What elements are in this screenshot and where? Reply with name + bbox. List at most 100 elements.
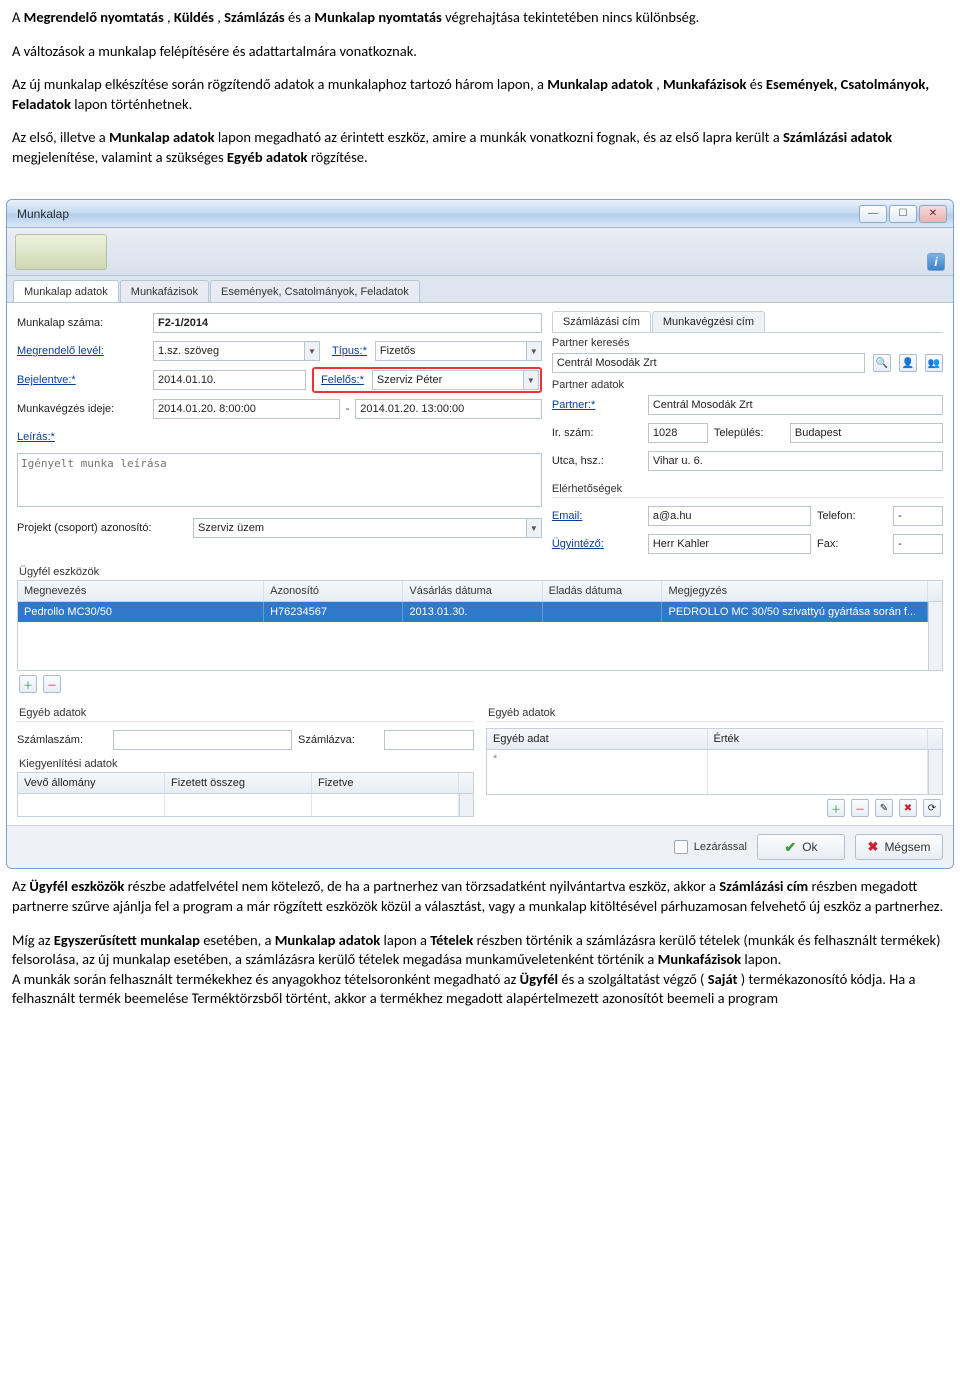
szamlaszam-label: Számlaszám: [17,734,107,746]
partner-group-icon[interactable]: 👥 [925,354,943,372]
egyeb-right-title: Egyéb adatok [488,707,943,719]
projekt-input[interactable] [193,518,526,538]
doc-p1-b1: Megrendelő nyomtatás [24,8,164,26]
document-text-top: A Megrendelő nyomtatás , Küldés , Számlá… [0,0,960,199]
utca-input[interactable] [648,451,943,471]
window-controls: — ☐ ✕ [859,205,947,223]
sub-tab-munkavegzesi[interactable]: Munkavégzési cím [652,311,765,332]
table-blank [18,622,928,670]
info-icon[interactable]: i [927,253,945,271]
td-eladas [543,602,663,622]
szamlazva-input[interactable] [384,730,474,750]
tab-esemenyek[interactable]: Események, Csatolmányok, Feladatok [210,280,420,302]
td-azonosito: H76234567 [264,602,403,622]
partner-kereses-title: Partner keresés [552,337,943,349]
email-input[interactable] [648,506,811,526]
check-icon: ✔ [784,839,796,856]
ok-button[interactable]: ✔ Ok [757,834,845,860]
edit-icon[interactable]: ✎ [875,799,893,817]
felelos-input[interactable] [372,370,523,390]
th-fizetve[interactable]: Fizetve [312,773,459,793]
table-row[interactable] [18,794,459,816]
th-azonosito[interactable]: Azonosító [264,581,403,601]
add-icon[interactable]: ＋ [827,799,845,817]
table-row[interactable] [487,772,928,794]
th-eladas[interactable]: Eladás dátuma [543,581,663,601]
vertical-scrollbar[interactable] [928,750,942,794]
th-egyeb-adat[interactable]: Egyéb adat [487,729,708,749]
munkavegzes-label: Munkavégzés ideje: [17,403,147,415]
chevron-down-icon[interactable]: ▼ [526,518,542,538]
sub-tab-szamlazasi[interactable]: Számlázási cím [552,311,651,332]
minimize-button[interactable]: — [859,205,887,223]
search-icon[interactable]: 🔍 [873,354,891,372]
lezarassal-label: Lezárással [694,841,747,853]
tab-munkalap-adatok[interactable]: Munkalap adatok [13,280,119,302]
munkavegzes-sep: - [346,403,350,415]
irszam-input[interactable] [648,423,708,443]
projekt-label: Projekt (csoport) azonosító: [17,522,187,534]
telefon-label: Telefon: [817,510,887,522]
ugyintezo-label: Ügyintéző: [552,538,642,550]
partner-add-icon[interactable]: 👤 [899,354,917,372]
th-fizetett[interactable]: Fizetett összeg [165,773,312,793]
add-row-icon[interactable]: ＋ [19,675,37,693]
utca-label: Utca, hsz.: [552,455,642,467]
th-vevo[interactable]: Vevő állomány [18,773,165,793]
szamlazva-label: Számlázva: [298,734,378,746]
felelos-highlight: Felelős:* ▼ [312,367,542,393]
refresh-icon[interactable]: ⟳ [923,799,941,817]
fax-input[interactable] [893,534,943,554]
new-row-star: * [487,750,708,772]
titlebar: Munkalap — ☐ ✕ [7,200,953,228]
telepules-label: Település: [714,427,784,439]
kiegy-table: Vevő állomány Fizetett összeg Fizetve [17,772,474,817]
vertical-scrollbar[interactable] [928,602,942,670]
megrendelo-level-label: Megrendelő levél: [17,345,147,357]
tab-munkafazisok[interactable]: Munkafázisok [120,280,209,302]
ok-label: Ok [802,840,817,854]
bejelentve-input[interactable] [153,370,306,390]
partner-kereses-input[interactable] [552,353,865,373]
cancel-button[interactable]: ✖ Mégsem [855,834,943,860]
remove-icon[interactable]: － [851,799,869,817]
tipus-input[interactable] [375,341,526,361]
munkavegzes-to-input[interactable] [355,399,542,419]
right-pane: Számlázási cím Munkavégzési cím Partner … [552,311,943,560]
eszkoz-toolbar: ＋ － [17,671,943,701]
th-ertek[interactable]: Érték [708,729,929,749]
irszam-label: Ir. szám: [552,427,642,439]
leiras-label: Leírás:* [17,431,147,443]
chevron-down-icon[interactable]: ▼ [523,370,539,390]
chevron-down-icon[interactable]: ▼ [304,341,320,361]
table-row[interactable]: Pedrollo MC30/50 H76234567 2013.01.30. P… [18,602,928,622]
vertical-scrollbar[interactable] [459,794,473,816]
doc-p1-b4: Munkalap nyomtatás [314,8,441,26]
cancel-label: Mégsem [884,840,930,854]
leiras-textarea[interactable] [17,453,542,507]
td-megnevezes: Pedrollo MC30/50 [18,602,264,622]
lezarassal-checkbox[interactable]: Lezárással [674,840,747,854]
szamlaszam-input[interactable] [113,730,292,750]
close-button[interactable]: ✕ [919,205,947,223]
th-megnevezes[interactable]: Megnevezés [18,581,264,601]
telefon-input[interactable] [893,506,943,526]
munkavegzes-from-input[interactable] [153,399,340,419]
th-vasarlas[interactable]: Vásárlás dátuma [403,581,542,601]
ribbon: i [7,228,953,276]
th-megjegyzes[interactable]: Megjegyzés [662,581,928,601]
doc-p2: A változások a munkalap felépítésére és … [12,42,948,62]
partner-input[interactable] [648,395,943,415]
munkalap-szama-input[interactable] [153,313,542,333]
delete-icon[interactable]: ✖ [899,799,917,817]
table-row[interactable]: * [487,750,928,772]
chevron-down-icon[interactable]: ▼ [526,341,542,361]
maximize-button[interactable]: ☐ [889,205,917,223]
td-megjegyzes: PEDROLLO MC 30/50 szivattyú gyártása sor… [662,602,928,622]
ugyintezo-input[interactable] [648,534,811,554]
partner-adatok-title: Partner adatok [552,379,943,391]
megrendelo-level-input[interactable] [153,341,304,361]
telepules-input[interactable] [790,423,943,443]
munkalap-window: Munkalap — ☐ ✕ i Munkalap adatok Munkafá… [6,199,954,869]
delete-row-icon[interactable]: － [43,675,61,693]
